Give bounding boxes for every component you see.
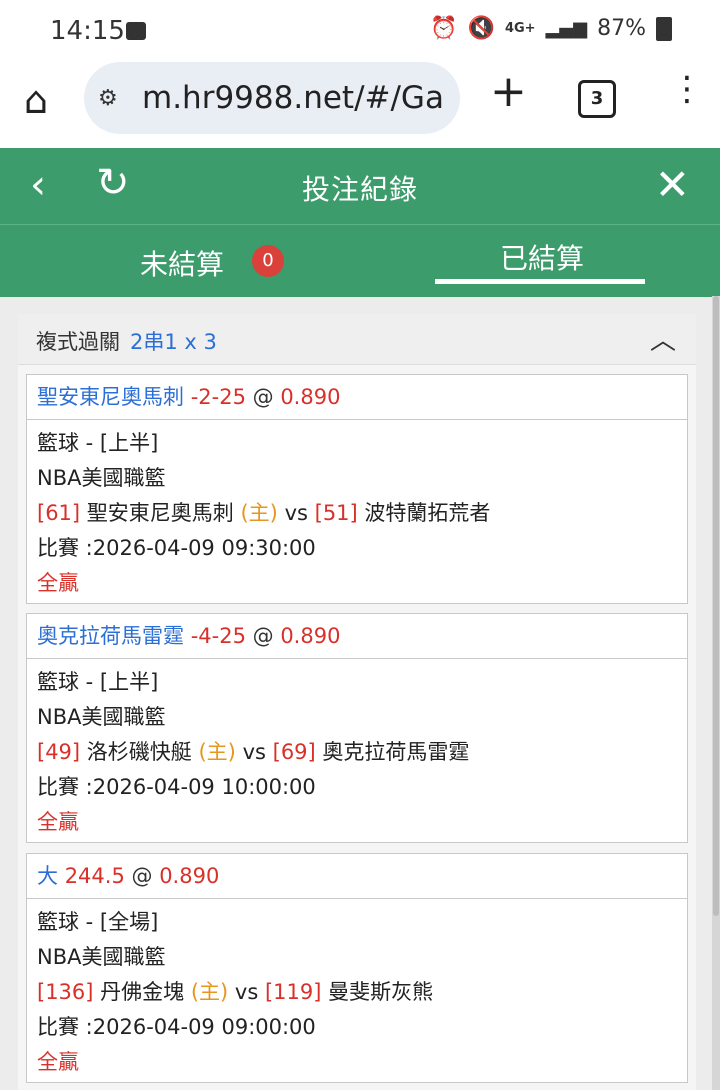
active-tab-indicator <box>435 279 645 284</box>
leg-pick: 奧克拉荷馬雷霆 <box>37 624 184 648</box>
leg-result: 全贏 <box>37 571 79 595</box>
leg-sport: 籃球 - [上半] <box>37 670 159 694</box>
leg-matchup: [49] 洛杉磯快艇 (主) vs [69] 奧克拉荷馬雷霆 <box>37 735 677 770</box>
vs-label: vs <box>242 740 266 764</box>
leg-selection: 大 244.5 @ 0.890 <box>27 854 687 899</box>
leg-matchup: [136] 丹佛金塊 (主) vs [119] 曼斐斯灰熊 <box>37 975 677 1010</box>
leg-at: @ <box>131 864 153 888</box>
address-field[interactable]: ⚙ m.hr9988.net/#/Ga <box>84 62 460 134</box>
away-number: [119] <box>264 980 322 1004</box>
home-icon[interactable]: ⌂ <box>24 78 48 122</box>
page-title: 投注紀錄 <box>301 173 418 206</box>
leg-pick: 聖安東尼奧馬刺 <box>37 385 184 409</box>
new-tab-icon[interactable]: + <box>490 70 527 114</box>
battery-icon <box>656 16 672 41</box>
leg-odds: 0.890 <box>280 624 341 648</box>
leg-match-time: 比賽 :2026-04-09 09:00:00 <box>37 1015 316 1039</box>
away-team: 奧克拉荷馬雷霆 <box>322 740 470 764</box>
home-tag: (主) <box>198 740 236 764</box>
bet-leg: 大 244.5 @ 0.890 籃球 - [全場] NBA美國職籃 [136] … <box>26 853 688 1083</box>
leg-odds: 0.890 <box>280 385 341 409</box>
tab-unsettled[interactable]: 未結算 <box>140 243 224 283</box>
home-tag: (主) <box>190 980 229 1004</box>
home-number: [136] <box>37 980 94 1004</box>
home-tag: (主) <box>240 501 278 525</box>
tab-bar: 未結算 0 已結算 <box>0 224 720 297</box>
bet-type: 複式過關 <box>36 330 120 354</box>
leg-matchup: [61] 聖安東尼奧馬刺 (主) vs [51] 波特蘭拓荒者 <box>37 496 677 531</box>
signal-icon: ▂▄▆ <box>545 18 588 39</box>
alarm-icon: ⏰ <box>430 16 458 41</box>
leg-line: -2-25 <box>190 385 246 409</box>
home-team: 洛杉磯快艇 <box>86 740 192 764</box>
away-team: 曼斐斯灰熊 <box>328 980 434 1004</box>
leg-at: @ <box>252 624 274 648</box>
leg-selection: 聖安東尼奧馬刺 -2-25 @ 0.890 <box>27 375 687 420</box>
image-notification-icon <box>126 22 146 40</box>
leg-match-time: 比賽 :2026-04-09 10:00:00 <box>37 775 316 799</box>
battery-percent: 87% <box>597 16 646 41</box>
leg-match-time: 比賽 :2026-04-09 09:30:00 <box>37 536 316 560</box>
away-team: 波特蘭拓荒者 <box>364 501 491 525</box>
leg-sport: 籃球 - [上半] <box>37 431 159 455</box>
chevron-up-icon[interactable]: ︿ <box>650 320 676 357</box>
home-number: [61] <box>37 501 81 525</box>
home-number: [49] <box>37 740 81 764</box>
bet-card: 複式過關 2串1 x 3 ︿ 聖安東尼奧馬刺 -2-25 @ 0.890 籃球 … <box>18 314 696 1090</box>
close-icon[interactable]: ✕ <box>655 160 690 209</box>
site-settings-icon[interactable]: ⚙ <box>98 86 138 111</box>
network-label: 4G+ <box>504 21 536 36</box>
unsettled-count-badge: 0 <box>252 245 284 277</box>
away-number: [51] <box>314 501 358 525</box>
leg-league: NBA美國職籃 <box>37 466 166 490</box>
status-time: 14:15 <box>50 16 125 46</box>
leg-result: 全贏 <box>37 1050 79 1074</box>
leg-odds: 0.890 <box>159 864 220 888</box>
vs-label: vs <box>234 980 259 1004</box>
leg-sport: 籃球 - [全場] <box>37 910 159 934</box>
url-text: m.hr9988.net/#/Ga <box>142 80 444 116</box>
leg-at: @ <box>252 385 274 409</box>
leg-line: 244.5 <box>64 864 125 888</box>
bet-leg: 聖安東尼奧馬刺 -2-25 @ 0.890 籃球 - [上半] NBA美國職籃 … <box>26 374 688 604</box>
bet-leg: 奧克拉荷馬雷霆 -4-25 @ 0.890 籃球 - [上半] NBA美國職籃 … <box>26 613 688 843</box>
scrollbar-thumb[interactable] <box>713 296 719 916</box>
tab-settled[interactable]: 已結算 <box>500 237 584 277</box>
mute-icon: 🔇 <box>467 16 495 41</box>
status-bar: 14:15 ⏰ 🔇 4G+ ▂▄▆ 87% <box>0 0 720 62</box>
bet-combo: 2串1 x 3 <box>130 330 217 354</box>
tab-switcher-button[interactable]: 3 <box>578 80 616 118</box>
bet-card-header[interactable]: 複式過關 2串1 x 3 ︿ <box>18 314 696 365</box>
leg-league: NBA美國職籃 <box>37 705 166 729</box>
home-team: 丹佛金塊 <box>100 980 185 1004</box>
leg-selection: 奧克拉荷馬雷霆 -4-25 @ 0.890 <box>27 614 687 659</box>
status-icons: ⏰ 🔇 4G+ ▂▄▆ 87% <box>430 16 672 41</box>
away-number: [69] <box>272 740 316 764</box>
app-header: ‹ ↻ 投注紀錄 ✕ <box>0 148 720 224</box>
vs-label: vs <box>284 501 308 525</box>
home-team: 聖安東尼奧馬刺 <box>86 501 234 525</box>
leg-line: -4-25 <box>190 624 246 648</box>
browser-toolbar: ⌂ ⚙ m.hr9988.net/#/Ga + 3 ⋮ <box>0 62 720 148</box>
more-menu-icon[interactable]: ⋮ <box>670 72 704 106</box>
leg-result: 全贏 <box>37 810 79 834</box>
leg-pick: 大 <box>37 864 58 888</box>
leg-league: NBA美國職籃 <box>37 945 166 969</box>
